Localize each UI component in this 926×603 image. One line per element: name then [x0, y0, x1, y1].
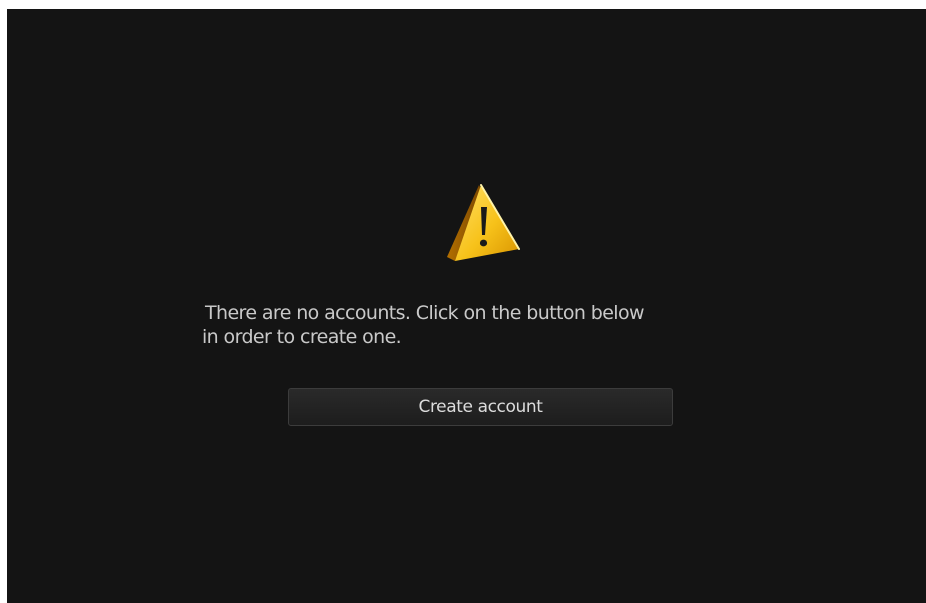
empty-state-message: There are no accounts. Click on the butt…	[202, 301, 762, 349]
message-line-2: in order to create one.	[202, 326, 402, 348]
warning-icon	[447, 184, 520, 261]
accounts-panel: There are no accounts. Click on the butt…	[7, 9, 926, 603]
create-account-button[interactable]: Create account	[288, 388, 673, 426]
message-line-1: There are no accounts. Click on the butt…	[205, 302, 645, 324]
